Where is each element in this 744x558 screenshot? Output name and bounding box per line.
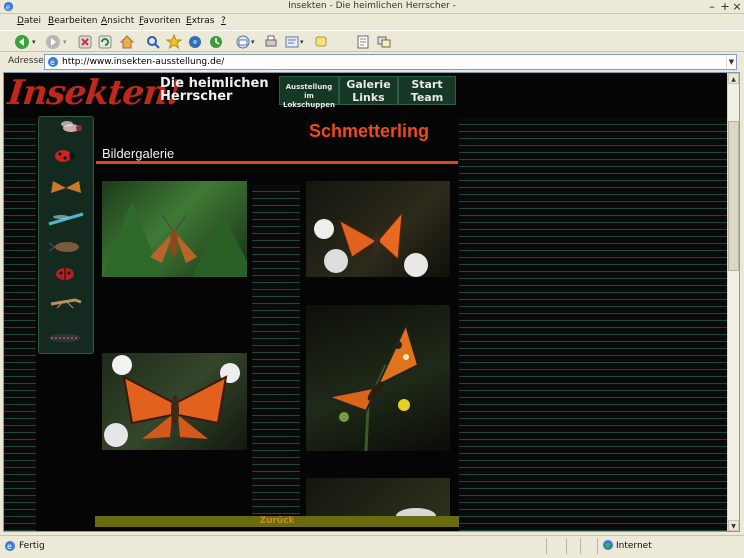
refresh-icon[interactable] (97, 34, 113, 50)
address-dropdown-icon[interactable]: ▼ (726, 55, 736, 69)
address-url: http://www.insekten-ausstellung.de/ (62, 57, 225, 67)
print-icon[interactable] (263, 34, 279, 50)
butterfly-photo-1[interactable] (102, 181, 247, 277)
menu-extras[interactable]: Extras (186, 16, 214, 26)
menu-favoriten[interactable]: Favoriten (139, 16, 181, 26)
menu-bar: Datei Bearbeiten Ansicht Favoriten Extra… (0, 14, 744, 41)
scroll-down-icon[interactable]: ▼ (728, 520, 739, 531)
address-input[interactable]: e http://www.insekten-ausstellung.de/ ▼ (44, 54, 737, 70)
close-button[interactable]: × (731, 0, 743, 13)
page-heading: Schmetterling (309, 121, 430, 141)
research-icon[interactable] (355, 34, 371, 50)
menu-ansicht[interactable]: Ansicht (101, 16, 134, 26)
nav-start[interactable]: Start (399, 78, 455, 91)
butterfly-photo-4[interactable] (306, 305, 450, 451)
menu-datei[interactable]: Datei (17, 16, 41, 26)
stripe-right (459, 118, 727, 531)
edit-icon[interactable] (284, 34, 300, 50)
firebug-icon[interactable] (45, 265, 87, 283)
page-icon: e (48, 57, 58, 67)
stop-icon[interactable] (77, 34, 93, 50)
address-bar: Adresse e http://www.insekten-ausstellun… (0, 53, 744, 71)
mail-icon[interactable] (235, 34, 251, 50)
butterfly-photo-5[interactable] (306, 478, 450, 516)
page-viewport: Insekten! Die heimlichen Herrscher Ausst… (3, 72, 740, 532)
status-bar: e Fertig Internet (0, 535, 744, 558)
browser-window: e Insekten - Die heimlichen Herrscher - … (0, 0, 744, 558)
address-label: Adresse (8, 56, 44, 66)
status-text: Fertig (19, 541, 45, 551)
favorites-icon[interactable] (166, 34, 182, 50)
forward-icon[interactable] (45, 34, 61, 50)
grasshopper-icon[interactable] (45, 292, 87, 310)
scroll-up-icon[interactable]: ▲ (728, 73, 739, 84)
menu-help[interactable]: ? (221, 16, 226, 26)
site-subtitle: Die heimlichen Herrscher (160, 76, 269, 104)
status-divider (597, 538, 598, 554)
minimize-button[interactable]: – (706, 0, 718, 13)
insect-sidebar (38, 116, 94, 354)
nav-start-team[interactable]: Start Team (398, 76, 456, 105)
fly-icon[interactable] (45, 119, 87, 137)
svg-text:e: e (50, 58, 55, 67)
scroll-thumb[interactable] (728, 121, 739, 271)
toolbar: ▾ ▾ ▾ ▾ (0, 30, 744, 52)
status-divider (566, 538, 567, 554)
discuss-icon[interactable] (313, 34, 329, 50)
back-link[interactable]: Zurück (95, 516, 459, 527)
internet-zone-icon (603, 540, 613, 550)
svg-text:e: e (7, 542, 12, 551)
menu-bearbeiten[interactable]: Bearbeiten (48, 16, 97, 26)
nav-team[interactable]: Team (399, 91, 455, 104)
status-page-icon: e (5, 541, 15, 551)
vertical-scrollbar[interactable]: ▲ ▼ (727, 73, 739, 531)
caterpillar-icon[interactable] (45, 329, 87, 347)
maximize-button[interactable]: + (719, 0, 731, 13)
nav-galerie[interactable]: Galerie (340, 78, 397, 91)
stripe-center (252, 185, 300, 515)
beetle-icon[interactable] (45, 238, 87, 256)
site-logo[interactable]: Insekten! (6, 73, 183, 113)
window-title: Insekten - Die heimlichen Herrscher - (288, 1, 456, 11)
nav-links[interactable]: Links (340, 91, 397, 104)
ladybug-icon[interactable] (45, 147, 87, 165)
security-zone-text: Internet (616, 541, 652, 551)
nav-ausstellung[interactable]: Ausstellung im Lokschuppen (279, 76, 339, 109)
status-divider (580, 538, 581, 554)
back-icon[interactable] (14, 34, 30, 50)
gallery-divider (96, 161, 458, 164)
gallery-title: Bildergalerie (102, 146, 175, 161)
media-icon[interactable] (187, 34, 203, 50)
search-icon[interactable] (145, 34, 161, 50)
status-divider (546, 538, 547, 554)
butterfly-photo-3[interactable] (102, 353, 247, 450)
nav-galerie-links[interactable]: Galerie Links (339, 76, 398, 105)
dragonfly-icon[interactable] (45, 210, 87, 228)
butterfly-photo-2[interactable] (306, 181, 450, 277)
messenger-icon[interactable] (376, 34, 392, 50)
title-bar: e Insekten - Die heimlichen Herrscher - … (0, 0, 744, 14)
history-icon[interactable] (208, 34, 224, 50)
moth-icon[interactable] (45, 179, 87, 197)
stripe-left (4, 118, 36, 531)
home-icon[interactable] (119, 34, 135, 50)
